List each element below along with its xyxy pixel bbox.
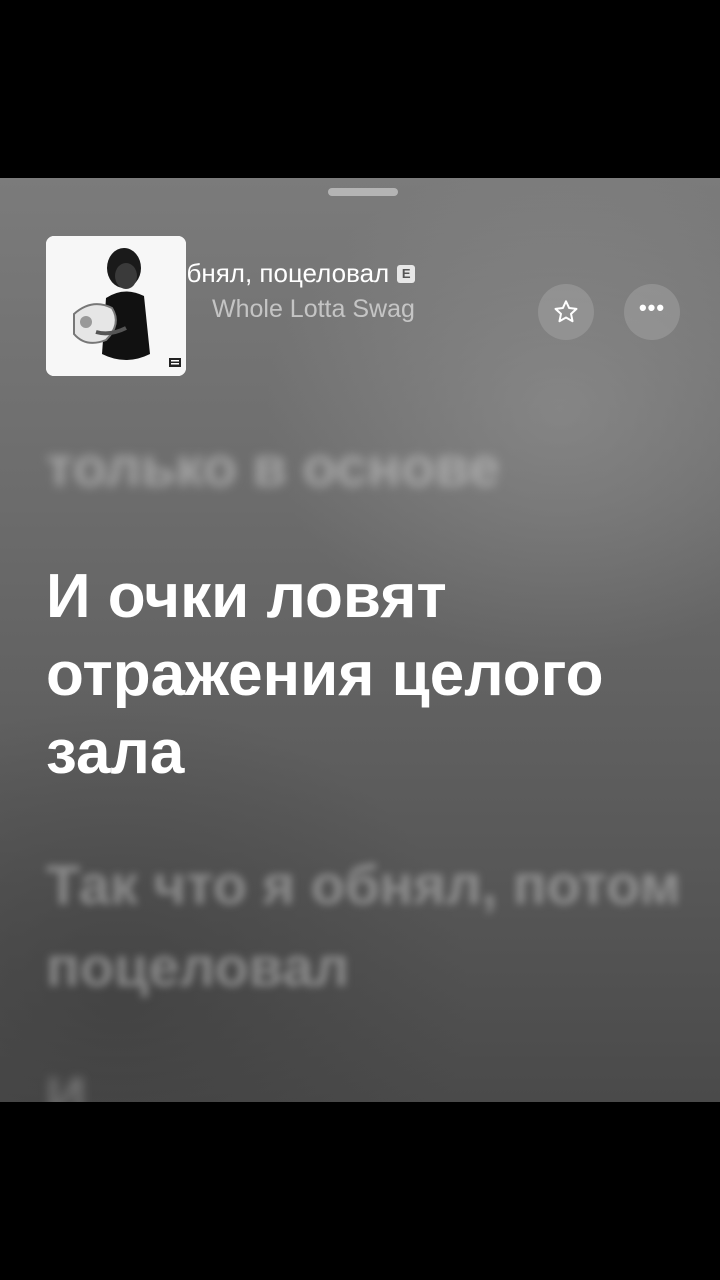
lyric-line-next[interactable]: Так что я обнял, потом поцеловал	[46, 844, 686, 1008]
ellipsis-icon: •••	[638, 295, 666, 320]
now-playing-header: обнял, поцеловал E Whole Lotta Swag •••	[0, 236, 720, 378]
album-cover-art	[46, 236, 186, 376]
lyrics-screen: обнял, поцеловал E Whole Lotta Swag ••• т…	[0, 178, 720, 1102]
more-options-button[interactable]: •••	[624, 284, 680, 340]
lyric-line-current[interactable]: И очки ловят отражения целого зала	[46, 558, 686, 792]
album-cover[interactable]	[46, 236, 186, 376]
explicit-badge: E	[397, 264, 416, 283]
track-title: обнял, поцеловал	[186, 258, 390, 288]
sheet-grabber[interactable]	[328, 188, 398, 196]
star-icon	[554, 300, 578, 323]
favorite-button[interactable]	[538, 284, 594, 340]
track-info[interactable]: обнял, поцеловал E Whole Lotta Swag	[186, 258, 516, 324]
track-artist[interactable]: Whole Lotta Swag	[212, 295, 516, 324]
lyric-line-previous[interactable]: только в основе	[46, 428, 686, 506]
lyric-line-following[interactable]: И	[46, 1058, 686, 1102]
